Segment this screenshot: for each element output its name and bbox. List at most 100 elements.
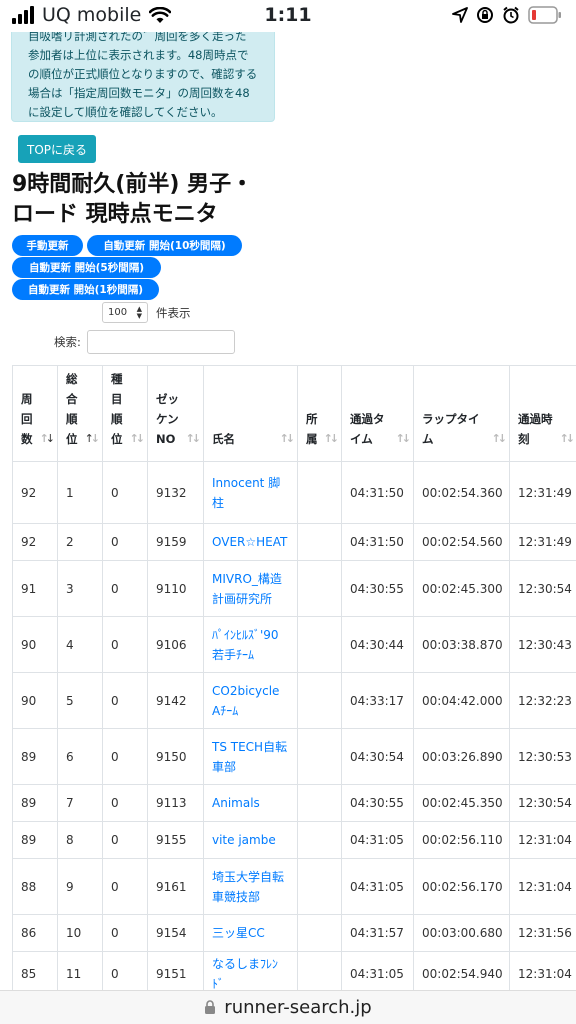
column-header-line: 氏名 [212, 432, 235, 446]
cell-name[interactable]: MIVRO_構造 計画研究所 [203, 560, 298, 617]
auto-refresh-10s-button[interactable]: 自動更新 開始(10秒間隔) [87, 235, 242, 256]
cell-name[interactable]: 三ッ星CC [203, 914, 298, 952]
sort-icon: ↑↓ [185, 432, 202, 445]
cell-cat-rank: 0 [102, 560, 148, 617]
page-length-value: 100 [108, 307, 128, 318]
select-arrows-icon: ▲ ▼ [136, 304, 142, 320]
runner-name-line: 若手ﾁｰﾑ [212, 647, 255, 662]
column-header-bib[interactable]: ゼッ ケン NO ↑↓ [147, 365, 204, 462]
status-right [452, 6, 562, 24]
column-header-line: 順 [111, 412, 123, 426]
column-header-lap[interactable]: ラップタイム ↑↓ [413, 365, 510, 462]
cell-team [297, 728, 342, 785]
search-input[interactable] [86, 330, 235, 354]
cell-lap: 00:02:56.110 [413, 821, 510, 859]
page-length-control: 100 ▲ ▼ 件表示 [102, 302, 191, 323]
cell-laps: 89 [12, 821, 58, 859]
runner-name-line: vite jambe [212, 833, 276, 847]
page-title: 9時間耐久(前半) 男子・ ロード 現時点モニタ [12, 170, 312, 230]
column-header-label: ラップタイム [422, 409, 501, 449]
cell-team [297, 672, 342, 729]
cell-name[interactable]: なるしまﾌﾚﾝ ﾄﾞ [203, 951, 298, 996]
column-header-clock[interactable]: 通過時刻 ↑↓ [509, 365, 576, 462]
column-header-line: 回 [21, 412, 33, 426]
cell-name[interactable]: CO2bicycle Aﾁｰﾑ [203, 672, 298, 729]
column-header-line: 属 [306, 432, 318, 446]
runner-name-line: 車競技部 [212, 889, 261, 904]
cell-rank: 1 [57, 461, 103, 524]
column-header-cat_rank[interactable]: 種目順位 ↑↓ [102, 365, 148, 462]
cell-bib: 9142 [147, 672, 204, 729]
column-header-line: 所 [306, 412, 318, 426]
cell-team [297, 784, 342, 822]
sort-icon: ↑↓ [129, 432, 146, 445]
cell-cat-rank: 0 [102, 728, 148, 785]
alert-line: 場合は「指定周回数モニタ」の周回数を48 [28, 86, 250, 100]
address-bar[interactable]: runner-search.jp [0, 990, 576, 1024]
cell-clock: 12:30:53 [509, 728, 576, 785]
cell-bib: 9155 [147, 821, 204, 859]
column-header-line: 種 [111, 372, 123, 386]
results-table: 周回数 ↑↓ 総合順位 ↑↓ 種目順位 ↑↓ ゼッ ケン NO ↑↓ 氏名 ↑↓ 所属 ↑↓ 通過タ イム ↑↓… [12, 365, 576, 996]
sort-icon: ↑↓ [84, 432, 101, 445]
runner-name-line: OVER☆HEAT [212, 535, 288, 549]
alert-line: の順位が正式順位となりますので、確認する [28, 67, 258, 81]
cell-name[interactable]: ﾊﾟｲﾝﾋﾙｽﾞ'90 若手ﾁｰﾑ [203, 616, 298, 673]
cell-cat-rank: 0 [102, 616, 148, 673]
cell-clock: 12:30:43 [509, 616, 576, 673]
sort-icon: ↑↓ [395, 432, 412, 445]
table-body: 92 1 0 9132 Innocent 脚柱 04:31:50 00:02:54.360 1… [12, 461, 576, 996]
manual-refresh-button[interactable]: 手動更新 [12, 235, 83, 256]
cell-cat-rank: 0 [102, 914, 148, 952]
runner-name-line: 埼玉大学自転 [212, 869, 285, 884]
column-header-rank[interactable]: 総合順位 ↑↓ [57, 365, 103, 462]
auto-refresh-5s-button[interactable]: 自動更新 開始(5秒間隔) [12, 257, 161, 278]
cell-lap: 00:02:54.360 [413, 461, 510, 524]
table-row: 86 10 0 9154 三ッ星CC 04:31:57 00:03:00.680 12:31:… [12, 914, 576, 952]
runner-name-line: Animals [212, 796, 260, 810]
cell-bib: 9159 [147, 523, 204, 561]
page-title-line: ロード 現時点モニタ [12, 202, 218, 227]
cell-laps: 92 [12, 523, 58, 561]
cell-lap: 00:03:38.870 [413, 616, 510, 673]
column-header-team[interactable]: 所属 ↑↓ [297, 365, 342, 462]
column-header-line: 通過タ [350, 412, 385, 426]
column-header-line: ラップタイ [422, 412, 480, 426]
cell-name[interactable]: Innocent 脚柱 [203, 461, 298, 524]
cell-lap: 00:04:42.000 [413, 672, 510, 729]
cell-elapsed: 04:30:44 [341, 616, 414, 673]
alert-line: に設定して順位を確認してください。 [28, 105, 223, 119]
cell-cat-rank: 0 [102, 523, 148, 561]
rotation-lock-icon [477, 7, 493, 23]
auto-refresh-1s-button[interactable]: 自動更新 開始(1秒間隔) [12, 279, 159, 300]
cell-elapsed: 04:31:05 [341, 951, 414, 996]
cell-team [297, 616, 342, 673]
cell-lap: 00:02:54.560 [413, 523, 510, 561]
column-header-line: 総 [66, 372, 78, 386]
cell-elapsed: 04:30:55 [341, 560, 414, 617]
cell-laps: 85 [12, 951, 58, 996]
column-header-elapsed[interactable]: 通過タ イム ↑↓ [341, 365, 414, 462]
cell-name[interactable]: Animals [203, 784, 298, 822]
cell-name[interactable]: vite jambe [203, 821, 298, 859]
column-header-line: 刻 [518, 432, 530, 446]
cell-elapsed: 04:33:17 [341, 672, 414, 729]
column-header-line: 数 [21, 432, 33, 446]
table-row: 89 6 0 9150 TS TECH自転 車部 04:30:54 00:03:26.890 1… [12, 728, 576, 785]
table-row: 89 7 0 9113 Animals 04:30:55 00:02:45.350 12:30… [12, 784, 576, 822]
column-header-line: 周 [21, 392, 33, 406]
runner-name-line: CO2bicycle [212, 683, 280, 698]
cell-name[interactable]: TS TECH自転 車部 [203, 728, 298, 785]
cell-rank: 11 [57, 951, 103, 996]
top-button[interactable]: TOPに戻る [18, 135, 96, 163]
cell-laps: 89 [12, 784, 58, 822]
cell-team [297, 914, 342, 952]
cell-cat-rank: 0 [102, 951, 148, 996]
page-length-select[interactable]: 100 ▲ ▼ [102, 302, 148, 323]
column-header-name[interactable]: 氏名 ↑↓ [203, 365, 298, 462]
runner-name-line: 車部 [212, 759, 237, 774]
cell-name[interactable]: OVER☆HEAT [203, 523, 298, 561]
cell-clock: 12:31:04 [509, 821, 576, 859]
column-header-laps[interactable]: 周回数 ↑↓ [12, 365, 58, 462]
cell-name[interactable]: 埼玉大学自転 車競技部 [203, 858, 298, 915]
